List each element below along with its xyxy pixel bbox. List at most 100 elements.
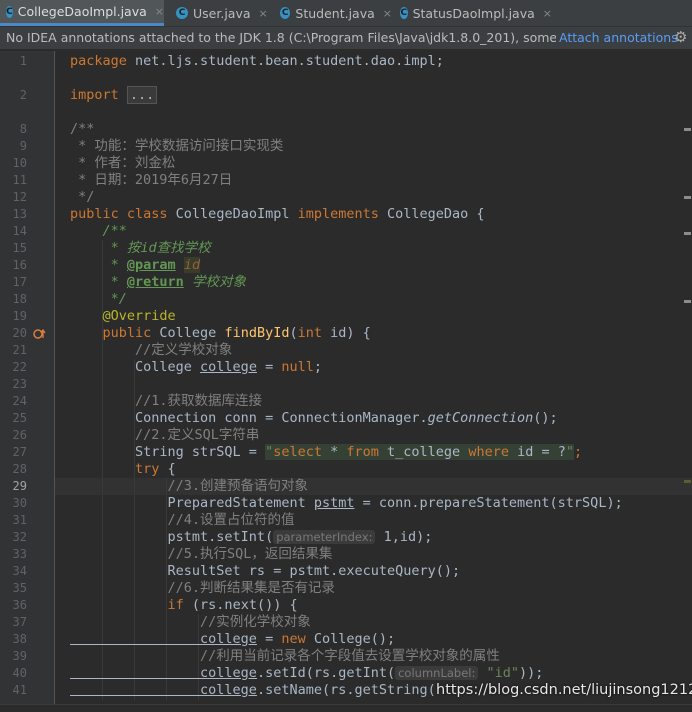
code-line[interactable]: college.setName(rs.getString(	[70, 682, 436, 699]
class-icon: C	[6, 5, 13, 18]
code-line[interactable]: //2.定义SQL字符串	[70, 427, 259, 444]
line-number: 8	[19, 122, 27, 136]
line-number: 21	[12, 343, 27, 357]
code-line[interactable]: public College findById(int id) {	[70, 325, 371, 342]
line-number: 22	[12, 360, 27, 374]
tab-statusdaoimpl[interactable]: C StatusDaoImpl.java ×	[394, 0, 552, 26]
gutter-separator	[54, 51, 55, 711]
line-number: 11	[12, 173, 27, 187]
line-number: 2	[19, 88, 27, 102]
code-line[interactable]: * 功能：学校数据访问接口实现类	[70, 138, 283, 155]
line-number: 30	[12, 496, 27, 510]
folded-imports[interactable]: ...	[126, 86, 158, 104]
code-line[interactable]: try {	[70, 461, 176, 478]
code-line[interactable]: //4.设置占位符的值	[70, 512, 295, 529]
line-number: 25	[12, 411, 27, 425]
code-line[interactable]: PreparedStatement pstmt = conn.prepareSt…	[70, 495, 623, 512]
code-line[interactable]: //实例化学校对象	[70, 614, 311, 631]
code-line[interactable]: * 日期：2019年6月27日	[70, 172, 232, 189]
tab-label: Student.java	[295, 5, 375, 21]
line-number: 38	[12, 632, 27, 646]
class-icon: C	[176, 7, 188, 19]
line-number: 28	[12, 462, 27, 476]
scrollbar-marker[interactable]	[684, 300, 691, 303]
code-line[interactable]: */	[70, 189, 94, 206]
code-line[interactable]: String strSQL = "select * from t_college…	[70, 444, 582, 461]
parameter-hint: parameterIndex:	[273, 530, 376, 544]
line-number-current: 29	[12, 479, 27, 493]
code-line[interactable]: pstmt.setInt(parameterIndex: 1,id);	[70, 529, 433, 546]
code-line[interactable]: //1.获取数据库连接	[70, 393, 262, 410]
tab-student[interactable]: C Student.java ×	[274, 0, 392, 26]
code-line[interactable]: if (rs.next()) {	[70, 597, 298, 614]
tab-user[interactable]: C User.java ×	[170, 0, 270, 26]
code-line[interactable]: /**	[70, 223, 127, 240]
code-line[interactable]: * 按id查找学校	[70, 240, 211, 257]
code-line[interactable]: import ...	[70, 86, 158, 104]
code-line[interactable]: public class CollegeDaoImpl implements C…	[70, 206, 485, 223]
editor-tab-bar: C CollegeDaoImpl.java × C User.java × C …	[0, 0, 692, 27]
code-line[interactable]: College college = null;	[70, 359, 322, 376]
code-line[interactable]: college = new College();	[70, 631, 395, 648]
gear-icon[interactable]: ⚙	[674, 28, 687, 46]
code-line[interactable]: //6.判断结果集是否有记录	[70, 580, 336, 597]
code-line[interactable]: //定义学校对象	[70, 342, 232, 359]
line-number: 24	[12, 394, 27, 408]
tab-collegedaoimpl[interactable]: C CollegeDaoImpl.java ×	[0, 0, 164, 26]
line-number: 31	[12, 513, 27, 527]
code-line[interactable]: * 作者：刘金松	[70, 155, 175, 172]
line-number: 13	[12, 207, 27, 221]
code-line[interactable]: @Override	[70, 308, 176, 325]
line-number: 14	[12, 224, 27, 238]
annotations-banner: No IDEA annotations attached to the JDK …	[0, 27, 692, 50]
line-number: 20	[12, 326, 27, 340]
line-number: 27	[12, 445, 27, 459]
line-number: 10	[12, 156, 27, 170]
code-line[interactable]: Connection conn = ConnectionManager.getC…	[70, 410, 558, 427]
line-number: 15	[12, 241, 27, 255]
close-tab-icon[interactable]: ×	[155, 5, 164, 18]
scrollbar-marker[interactable]	[684, 196, 691, 199]
line-number: 12	[12, 190, 27, 204]
line-number: 40	[12, 666, 27, 680]
line-number: 34	[12, 564, 27, 578]
line-number: 32	[12, 530, 27, 544]
close-tab-icon[interactable]: ×	[259, 7, 268, 20]
code-line[interactable]: * @param id	[70, 257, 201, 274]
override-method-icon[interactable]	[33, 328, 47, 340]
line-number: 35	[12, 581, 27, 595]
code-line[interactable]: //利用当前记录各个字段值去设置学校对象的属性	[70, 648, 500, 665]
code-line-current[interactable]: //3.创建预备语句对象	[70, 478, 309, 495]
class-icon: C	[400, 7, 408, 19]
line-number: 26	[12, 428, 27, 442]
scrollbar-marker[interactable]	[684, 128, 691, 131]
line-number: 17	[12, 275, 27, 289]
class-icon: C	[280, 7, 291, 19]
line-number: 23	[12, 377, 27, 391]
attach-annotations-link[interactable]: Attach annotations	[559, 30, 678, 45]
line-number: 37	[12, 615, 27, 629]
line-number: 9	[19, 139, 27, 153]
line-number: 16	[12, 258, 27, 272]
line-number: 18	[12, 292, 27, 306]
code-line[interactable]: /**	[70, 121, 94, 138]
scrollbar-marker[interactable]	[684, 232, 691, 235]
code-line[interactable]: college.setId(rs.getInt(columnLabel: "id…	[70, 665, 543, 682]
tab-label: StatusDaoImpl.java	[412, 5, 535, 21]
parameter-hint: columnLabel:	[395, 666, 479, 680]
line-number: 1	[19, 54, 27, 68]
code-line[interactable]: */	[70, 291, 127, 308]
line-number: 19	[12, 309, 27, 323]
tab-label: CollegeDaoImpl.java	[17, 4, 147, 19]
close-tab-icon[interactable]: ×	[383, 7, 392, 20]
tab-label: User.java	[193, 5, 251, 21]
close-tab-icon[interactable]: ×	[543, 7, 552, 20]
code-line[interactable]: //5.执行SQL，返回结果集	[70, 546, 333, 563]
code-line[interactable]: * @return 学校对象	[70, 274, 246, 291]
code-line[interactable]: package net.ljs.student.bean.student.dao…	[70, 53, 444, 70]
line-number: 33	[12, 547, 27, 561]
code-line[interactable]: ResultSet rs = pstmt.executeQuery();	[70, 563, 461, 580]
watermark-url: https://blog.csdn.net/liujinsong1212	[436, 682, 692, 698]
scrollbar-marker[interactable]	[684, 480, 691, 483]
banner-message: No IDEA annotations attached to the JDK …	[6, 30, 556, 45]
